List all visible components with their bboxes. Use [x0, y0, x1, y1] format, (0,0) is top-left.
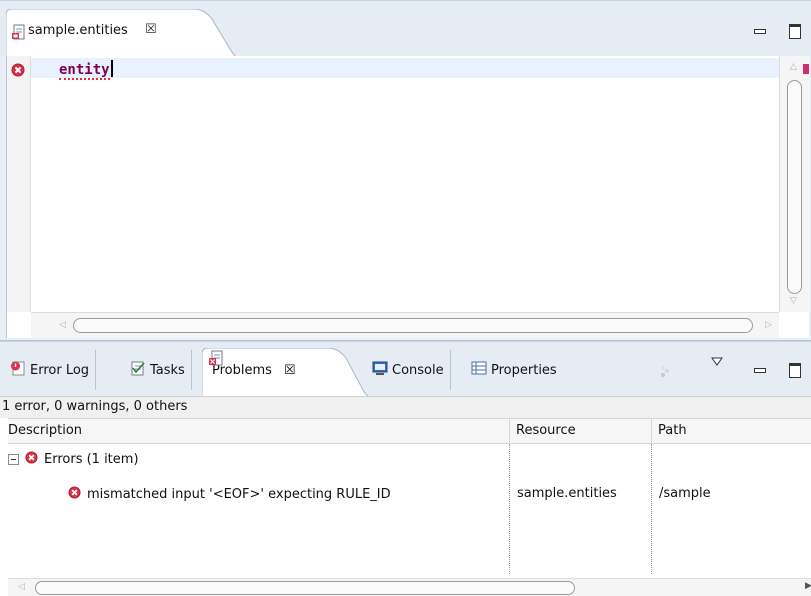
error-group-row[interactable]: Errors (1 item): [8, 449, 139, 469]
view-maximize-button[interactable]: [788, 362, 802, 378]
views-tab-bar: Error Log Tasks Problems ☒ Console Prope…: [0, 341, 811, 397]
table-row[interactable]: mismatched input '<EOF>' expecting RULE_…: [8, 484, 811, 506]
column-divider[interactable]: [509, 419, 510, 445]
problem-description-cell: mismatched input '<EOF>' expecting RULE_…: [68, 486, 391, 503]
tab-tasks-label: Tasks: [150, 362, 185, 378]
error-icon: [25, 450, 38, 468]
text-editor[interactable]: entity △ ▽ ◁ ▷: [6, 56, 810, 338]
code-keyword-entity: entity: [59, 62, 110, 80]
tab-error-log-label: Error Log: [30, 362, 90, 378]
tab-problems-content: Problems ☒: [208, 350, 296, 390]
view-menu-dropdown-icon[interactable]: [710, 356, 724, 372]
column-header-description[interactable]: Description: [8, 423, 82, 438]
problems-horizontal-scroll-thumb[interactable]: [35, 581, 575, 595]
vertical-ruler: [7, 56, 31, 312]
problem-description: mismatched input '<EOF>' expecting RULE_…: [87, 487, 391, 502]
column-header-path[interactable]: Path: [658, 423, 687, 438]
editor-tab-sample-entities[interactable]: sample.entities ☒: [6, 9, 238, 58]
scroll-left-arrow-icon[interactable]: ◁: [59, 320, 66, 330]
text-caret: [110, 60, 113, 77]
scroll-up-arrow-icon[interactable]: △: [790, 62, 797, 72]
editor-vertical-scroll-thumb[interactable]: [787, 80, 802, 294]
tab-properties-label: Properties: [491, 362, 557, 378]
tasks-icon: [130, 360, 146, 380]
console-icon: [372, 360, 388, 380]
column-rule: [509, 444, 510, 574]
scroll-right-arrow-icon[interactable]: ▶: [805, 581, 811, 591]
current-line-highlight: [31, 58, 779, 78]
code-line-1[interactable]: entity: [59, 60, 113, 80]
scroll-right-arrow-icon[interactable]: ▷: [765, 320, 772, 330]
tab-console-label: Console: [392, 362, 444, 378]
error-icon: [68, 486, 81, 503]
editor-vertical-scrollbar[interactable]: △ ▽: [779, 56, 810, 312]
problems-summary: 1 error, 0 warnings, 0 others: [0, 396, 811, 418]
editor-tab-bar: sample.entities ☒: [0, 0, 811, 58]
scroll-left-arrow-icon[interactable]: ◁: [18, 582, 25, 592]
problem-path: /sample: [659, 486, 711, 501]
problems-horizontal-scrollbar[interactable]: ◁ ▶: [8, 578, 811, 596]
tab-error-log[interactable]: Error Log: [4, 350, 97, 390]
column-divider[interactable]: [651, 419, 652, 445]
entities-file-icon: [12, 24, 26, 44]
problems-view-part: Error Log Tasks Problems ☒ Console Prope…: [0, 341, 811, 596]
editor-horizontal-scrollbar[interactable]: ◁ ▷: [31, 312, 779, 338]
problem-resource: sample.entities: [517, 486, 617, 501]
editor-part: sample.entities ☒ entity △ ▽ ◁ ▷: [0, 0, 811, 341]
tab-properties[interactable]: Properties: [465, 350, 563, 390]
column-rule: [651, 444, 652, 574]
error-overview-marker-icon[interactable]: [803, 64, 809, 74]
editor-tab-close-icon[interactable]: ☒: [145, 22, 157, 37]
tab-problems[interactable]: Problems ☒: [202, 348, 370, 397]
error-marker-icon: [11, 63, 25, 81]
problems-table-header: Description Resource Path: [8, 418, 811, 445]
editor-minimize-button[interactable]: [752, 23, 766, 37]
editor-horizontal-scroll-thumb[interactable]: [73, 318, 753, 333]
error-log-icon: [10, 360, 26, 380]
scroll-down-arrow-icon[interactable]: ▽: [790, 296, 797, 306]
editor-tab-label: sample.entities: [28, 23, 128, 38]
column-header-resource[interactable]: Resource: [516, 423, 576, 438]
tab-tasks[interactable]: Tasks: [124, 350, 192, 390]
editor-maximize-button[interactable]: [788, 23, 802, 39]
tab-console[interactable]: Console: [366, 350, 451, 390]
tab-problems-close-icon[interactable]: ☒: [284, 363, 296, 378]
view-menu-dots-icon[interactable]: [657, 364, 673, 384]
properties-icon: [471, 360, 487, 380]
view-minimize-button[interactable]: [752, 362, 766, 376]
collapse-toggle-icon[interactable]: [8, 453, 19, 465]
error-group-label: Errors (1 item): [44, 451, 139, 467]
